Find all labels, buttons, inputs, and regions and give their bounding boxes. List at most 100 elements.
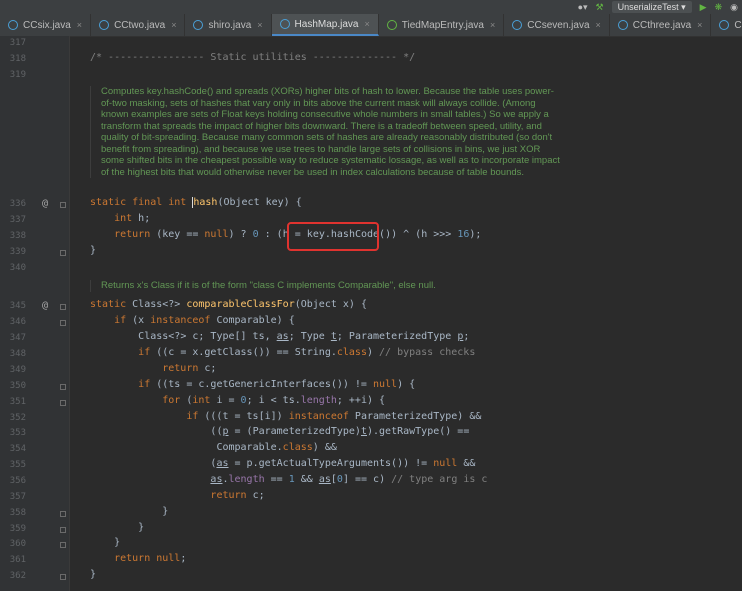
line-number: 318 bbox=[9, 54, 26, 64]
code-text: (((t = ts[i]) bbox=[198, 411, 289, 422]
javadoc-comparable: Returns x's Class if it is of the form "… bbox=[90, 280, 561, 292]
method-params: (Object key) { bbox=[217, 197, 302, 208]
hammer-icon[interactable]: ⚒ bbox=[596, 2, 604, 13]
code-text: ; ParameterizedType bbox=[336, 331, 458, 342]
tab-label: CCsix.java bbox=[23, 19, 71, 31]
line-number: 340 bbox=[9, 263, 26, 273]
code-line-362: } bbox=[90, 569, 96, 580]
tab-1[interactable]: CCtwo.java × bbox=[91, 14, 186, 36]
fold-icon[interactable] bbox=[60, 202, 66, 208]
keyword: return bbox=[114, 229, 151, 240]
close-icon[interactable]: × bbox=[596, 20, 601, 30]
debug-icon[interactable]: ❋ bbox=[715, 2, 723, 13]
code-text: ((ts = c.getGenericInterfaces()) != bbox=[150, 379, 373, 390]
code-line-345: static Class<?> comparableClassFor(Objec… bbox=[90, 299, 367, 310]
keyword: int bbox=[192, 395, 211, 406]
code-text: } bbox=[162, 506, 169, 517]
coverage-icon[interactable]: ◉ bbox=[730, 2, 738, 13]
keyword: return bbox=[114, 553, 151, 564]
line-number: 353 bbox=[9, 428, 26, 438]
code-text: Comparable. bbox=[210, 442, 283, 453]
method-name: comparableClassFor bbox=[186, 299, 295, 310]
close-icon[interactable]: × bbox=[697, 20, 702, 30]
run-config-dropdown[interactable]: UnserializeTest ▾ bbox=[611, 1, 692, 13]
line-number: 360 bbox=[9, 539, 26, 549]
variable: as bbox=[318, 474, 331, 485]
code-line-359: } bbox=[90, 522, 144, 533]
fold-icon[interactable] bbox=[60, 384, 66, 390]
close-icon[interactable]: × bbox=[490, 20, 495, 30]
code-text: } bbox=[90, 245, 97, 256]
user-dropdown-icon[interactable]: ●▾ bbox=[578, 2, 588, 13]
keyword: class bbox=[336, 347, 367, 358]
code-text: } bbox=[90, 569, 97, 580]
run-icon[interactable]: ▶ bbox=[700, 2, 707, 13]
tab-6[interactable]: CCthree.java × bbox=[610, 14, 712, 36]
close-icon[interactable]: × bbox=[257, 20, 262, 30]
line-number: 346 bbox=[9, 317, 26, 327]
java-file-icon bbox=[99, 20, 110, 30]
fold-icon[interactable] bbox=[60, 250, 66, 256]
fold-icon[interactable] bbox=[60, 574, 66, 580]
fold-icon[interactable] bbox=[60, 542, 66, 548]
fold-icon[interactable] bbox=[60, 400, 66, 406]
code-text: ; i < ts. bbox=[246, 395, 301, 406]
code-editor[interactable]: /* ---------------- Static utilities ---… bbox=[70, 36, 742, 591]
code-text: (( bbox=[210, 426, 223, 437]
code-line-354: Comparable.class) && bbox=[90, 442, 336, 453]
code-text: (key == bbox=[150, 229, 205, 240]
code-line-349: return c; bbox=[90, 363, 216, 374]
tab-label: CCseven.java bbox=[527, 19, 590, 31]
close-icon[interactable]: × bbox=[77, 20, 82, 30]
code-line-350: if ((ts = c.getGenericInterfaces()) != n… bbox=[90, 379, 415, 390]
keyword: null bbox=[433, 458, 458, 469]
line-number: 357 bbox=[9, 492, 26, 502]
keyword: if bbox=[138, 347, 151, 358]
keyword: for bbox=[162, 395, 181, 406]
gutter: 317 318 319 336 337 338 339 340 345 346 … bbox=[0, 36, 70, 591]
line-number: 337 bbox=[9, 215, 26, 225]
code-text: ParameterizedType) && bbox=[348, 411, 482, 422]
keyword: instanceof bbox=[288, 411, 349, 422]
code-line-357: return c; bbox=[90, 490, 264, 501]
tab-2[interactable]: shiro.java × bbox=[185, 14, 272, 36]
code-line-337: int h; bbox=[90, 213, 150, 224]
line-number: 361 bbox=[9, 555, 26, 565]
code-text: ; ++i) { bbox=[336, 395, 386, 406]
line-number: 362 bbox=[9, 571, 26, 581]
fold-icon[interactable] bbox=[60, 511, 66, 517]
tab-3[interactable]: HashMap.java × bbox=[271, 14, 379, 36]
inline-comment: // bypass checks bbox=[379, 347, 476, 358]
editor-tabs: CCsix.java × CCtwo.java × shiro.java × HashMap… bbox=[0, 14, 742, 37]
override-gutter-icon[interactable]: @ bbox=[42, 300, 48, 311]
line-number: 345 bbox=[9, 301, 26, 311]
tab-7[interactable]: CConetwo.java× bbox=[711, 14, 742, 36]
keyword: int bbox=[114, 213, 133, 224]
keyword: class bbox=[282, 442, 313, 453]
close-icon[interactable]: × bbox=[364, 19, 369, 29]
line-number: 350 bbox=[9, 381, 26, 391]
override-gutter-icon[interactable]: @ bbox=[42, 198, 48, 209]
code-line-338: return (key == null) ? 0 : (h = key.hash… bbox=[90, 229, 481, 240]
java-file-icon bbox=[719, 20, 730, 30]
fold-icon[interactable] bbox=[60, 527, 66, 533]
code-text: c; bbox=[198, 363, 217, 374]
variable: as bbox=[210, 474, 223, 485]
tab-label: TiedMapEntry.java bbox=[401, 19, 484, 31]
code-line-358: } bbox=[90, 506, 168, 517]
code-text: ).getRawType() == bbox=[366, 426, 470, 437]
tab-4[interactable]: TiedMapEntry.java × bbox=[379, 14, 505, 36]
close-icon[interactable]: × bbox=[171, 20, 176, 30]
code-text: ) { bbox=[397, 379, 416, 390]
fold-icon[interactable] bbox=[60, 304, 66, 310]
code-text: h; bbox=[132, 213, 151, 224]
keyword: return bbox=[210, 490, 247, 501]
code-text: ( bbox=[180, 395, 193, 406]
code-text: i = bbox=[210, 395, 241, 406]
tab-0[interactable]: CCsix.java × bbox=[0, 14, 92, 36]
fold-icon[interactable] bbox=[60, 320, 66, 326]
keyword: if bbox=[114, 315, 127, 326]
tab-5[interactable]: CCseven.java × bbox=[504, 14, 610, 36]
code-text: ) ^ (h >>> bbox=[391, 229, 458, 240]
code-text: = p.getActualTypeArguments()) != bbox=[228, 458, 434, 469]
